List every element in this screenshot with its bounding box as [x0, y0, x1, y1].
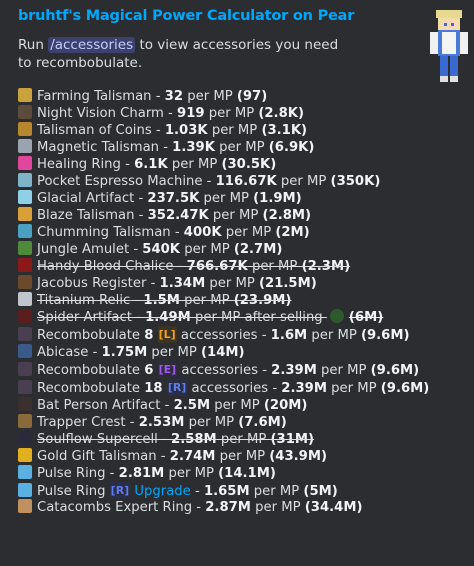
recombobulate-icon [18, 362, 32, 376]
list-item: Talisman of Coins - 1.03K per MP (3.1K) [18, 122, 468, 139]
list-item: Soulflow Supercell - 2.58M per MP (31M) [18, 431, 468, 448]
farming-talisman-icon [18, 88, 32, 102]
spider-artifact-icon [18, 309, 32, 323]
list-item: Gold Gift Talisman - 2.74M per MP (43.9M… [18, 448, 468, 465]
list-item: Blaze Talisman - 352.47K per MP (2.8M) [18, 207, 468, 224]
item-text: Handy Blood Chalice - 766.67K per MP (2.… [37, 259, 351, 274]
list-item: Pulse Ring [R] Upgrade - 1.65M per MP (5… [18, 482, 468, 499]
item-text: Blaze Talisman - 352.47K per MP (2.8M) [37, 208, 312, 223]
item-text: Pocket Espresso Machine - 116.67K per MP… [37, 174, 381, 189]
item-text: Talisman of Coins - 1.03K per MP (3.1K) [37, 123, 308, 138]
titanium-relic-icon [18, 292, 32, 306]
recombobulate-icon [18, 327, 32, 341]
item-text: Healing Ring - 6.1K per MP (30.5K) [37, 157, 277, 172]
item-text: Soulflow Supercell - 2.58M per MP (31M) [37, 432, 315, 447]
list-item: Recombobulate 6 [E] accessories - 2.39M … [18, 361, 468, 379]
list-item: Healing Ring - 6.1K per MP (30.5K) [18, 156, 468, 173]
chumming-talisman-icon [18, 224, 32, 238]
rare-tag: [R] [166, 379, 188, 396]
item-text: Glacial Artifact - 237.5K per MP (1.9M) [37, 191, 302, 206]
embed-card: bruhtf's Magical Power Calculator on Pea… [0, 0, 474, 566]
item-text: Night Vision Charm - 919 per MP (2.8K) [37, 106, 304, 121]
avatar-thumbnail [430, 10, 468, 82]
list-item: Pocket Espresso Machine - 116.67K per MP… [18, 173, 468, 190]
rare-tag: [R] [109, 482, 131, 499]
handy-blood-chalice-icon [18, 258, 32, 272]
soulflow-supercell-icon [18, 431, 32, 445]
list-item: Night Vision Charm - 919 per MP (2.8K) [18, 105, 468, 122]
list-item: Chumming Talisman - 400K per MP (2M) [18, 224, 468, 241]
abicase-icon [18, 344, 32, 358]
healing-ring-icon [18, 156, 32, 170]
embed-title[interactable]: bruhtf's Magical Power Calculator on Pea… [18, 8, 354, 24]
desc-prefix: Run [18, 37, 44, 53]
jungle-amulet-icon [18, 241, 32, 255]
spider-artifact-text: Spider Artifact - 1.49M per MP after sel… [37, 310, 327, 325]
recombobulate-icon [18, 380, 32, 394]
glacial-artifact-icon [18, 190, 32, 204]
blaze-talisman-icon [18, 207, 32, 221]
trapper-crest-icon [18, 414, 32, 428]
item-text: Gold Gift Talisman - 2.74M per MP (43.9M… [37, 449, 327, 464]
list-item: Recombobulate 8 [L] accessories - 1.6M p… [18, 326, 468, 344]
pulse-ring-icon [18, 483, 32, 497]
spider-eye-icon [329, 309, 344, 323]
list-item: Trapper Crest - 2.53M per MP (7.6M) [18, 414, 468, 431]
night-vision-charm-icon [18, 105, 32, 119]
list-item: Recombobulate 18 [R] accessories - 2.39M… [18, 379, 468, 397]
list-item: Titanium Relic - 1.5M per MP (23.9M) [18, 292, 468, 309]
gold-gift-talisman-icon [18, 448, 32, 462]
list-item: Jungle Amulet - 540K per MP (2.7M) [18, 241, 468, 258]
embed-description: Run /accessories to view accessories you… [18, 36, 348, 72]
item-text: Titanium Relic - 1.5M per MP (23.9M) [37, 293, 292, 308]
epic-tag: [E] [157, 361, 178, 378]
list-item: Bat Person Artifact - 2.5M per MP (20M) [18, 397, 468, 414]
item-text: Farming Talisman - 32 per MP (97) [37, 89, 268, 104]
catacombs-expert-ring-icon [18, 499, 32, 513]
list-item: Spider Artifact - 1.49M per MP after sel… [18, 309, 468, 326]
jacobus-register-icon [18, 275, 32, 289]
list-item: Jacobus Register - 1.34M per MP (21.5M) [18, 275, 468, 292]
list-item: Handy Blood Chalice - 766.67K per MP (2.… [18, 258, 468, 275]
item-text: Bat Person Artifact - 2.5M per MP (20M) [37, 398, 308, 413]
legendary-tag: [L] [157, 326, 177, 343]
accessories-command[interactable]: /accessories [48, 37, 136, 53]
magnetic-talisman-icon [18, 139, 32, 153]
list-item: Glacial Artifact - 237.5K per MP (1.9M) [18, 190, 468, 207]
pulse-ring-icon [18, 465, 32, 479]
item-text: Jungle Amulet - 540K per MP (2.7M) [37, 242, 283, 257]
pocket-espresso-machine-icon [18, 173, 32, 187]
list-item: Pulse Ring - 2.81M per MP (14.1M) [18, 465, 468, 482]
upgrade-link[interactable]: Upgrade [130, 484, 190, 499]
item-text: Pulse Ring - 2.81M per MP (14.1M) [37, 466, 276, 481]
item-text: Trapper Crest - 2.53M per MP (7.6M) [37, 415, 287, 430]
item-text: Magnetic Talisman - 1.39K per MP (6.9K) [37, 140, 315, 155]
list-item: Abicase - 1.75M per MP (14M) [18, 344, 468, 361]
list-item: Magnetic Talisman - 1.39K per MP (6.9K) [18, 139, 468, 156]
talisman-of-coins-icon [18, 122, 32, 136]
list-item: Catacombs Expert Ring - 2.87M per MP (34… [18, 499, 468, 516]
bat-person-artifact-icon [18, 397, 32, 411]
accessory-list: Farming Talisman - 32 per MP (97) Night V… [18, 88, 468, 516]
list-item: Farming Talisman - 32 per MP (97) [18, 88, 468, 105]
item-text: Chumming Talisman - 400K per MP (2M) [37, 225, 310, 240]
item-text: Jacobus Register - 1.34M per MP (21.5M) [37, 276, 317, 291]
